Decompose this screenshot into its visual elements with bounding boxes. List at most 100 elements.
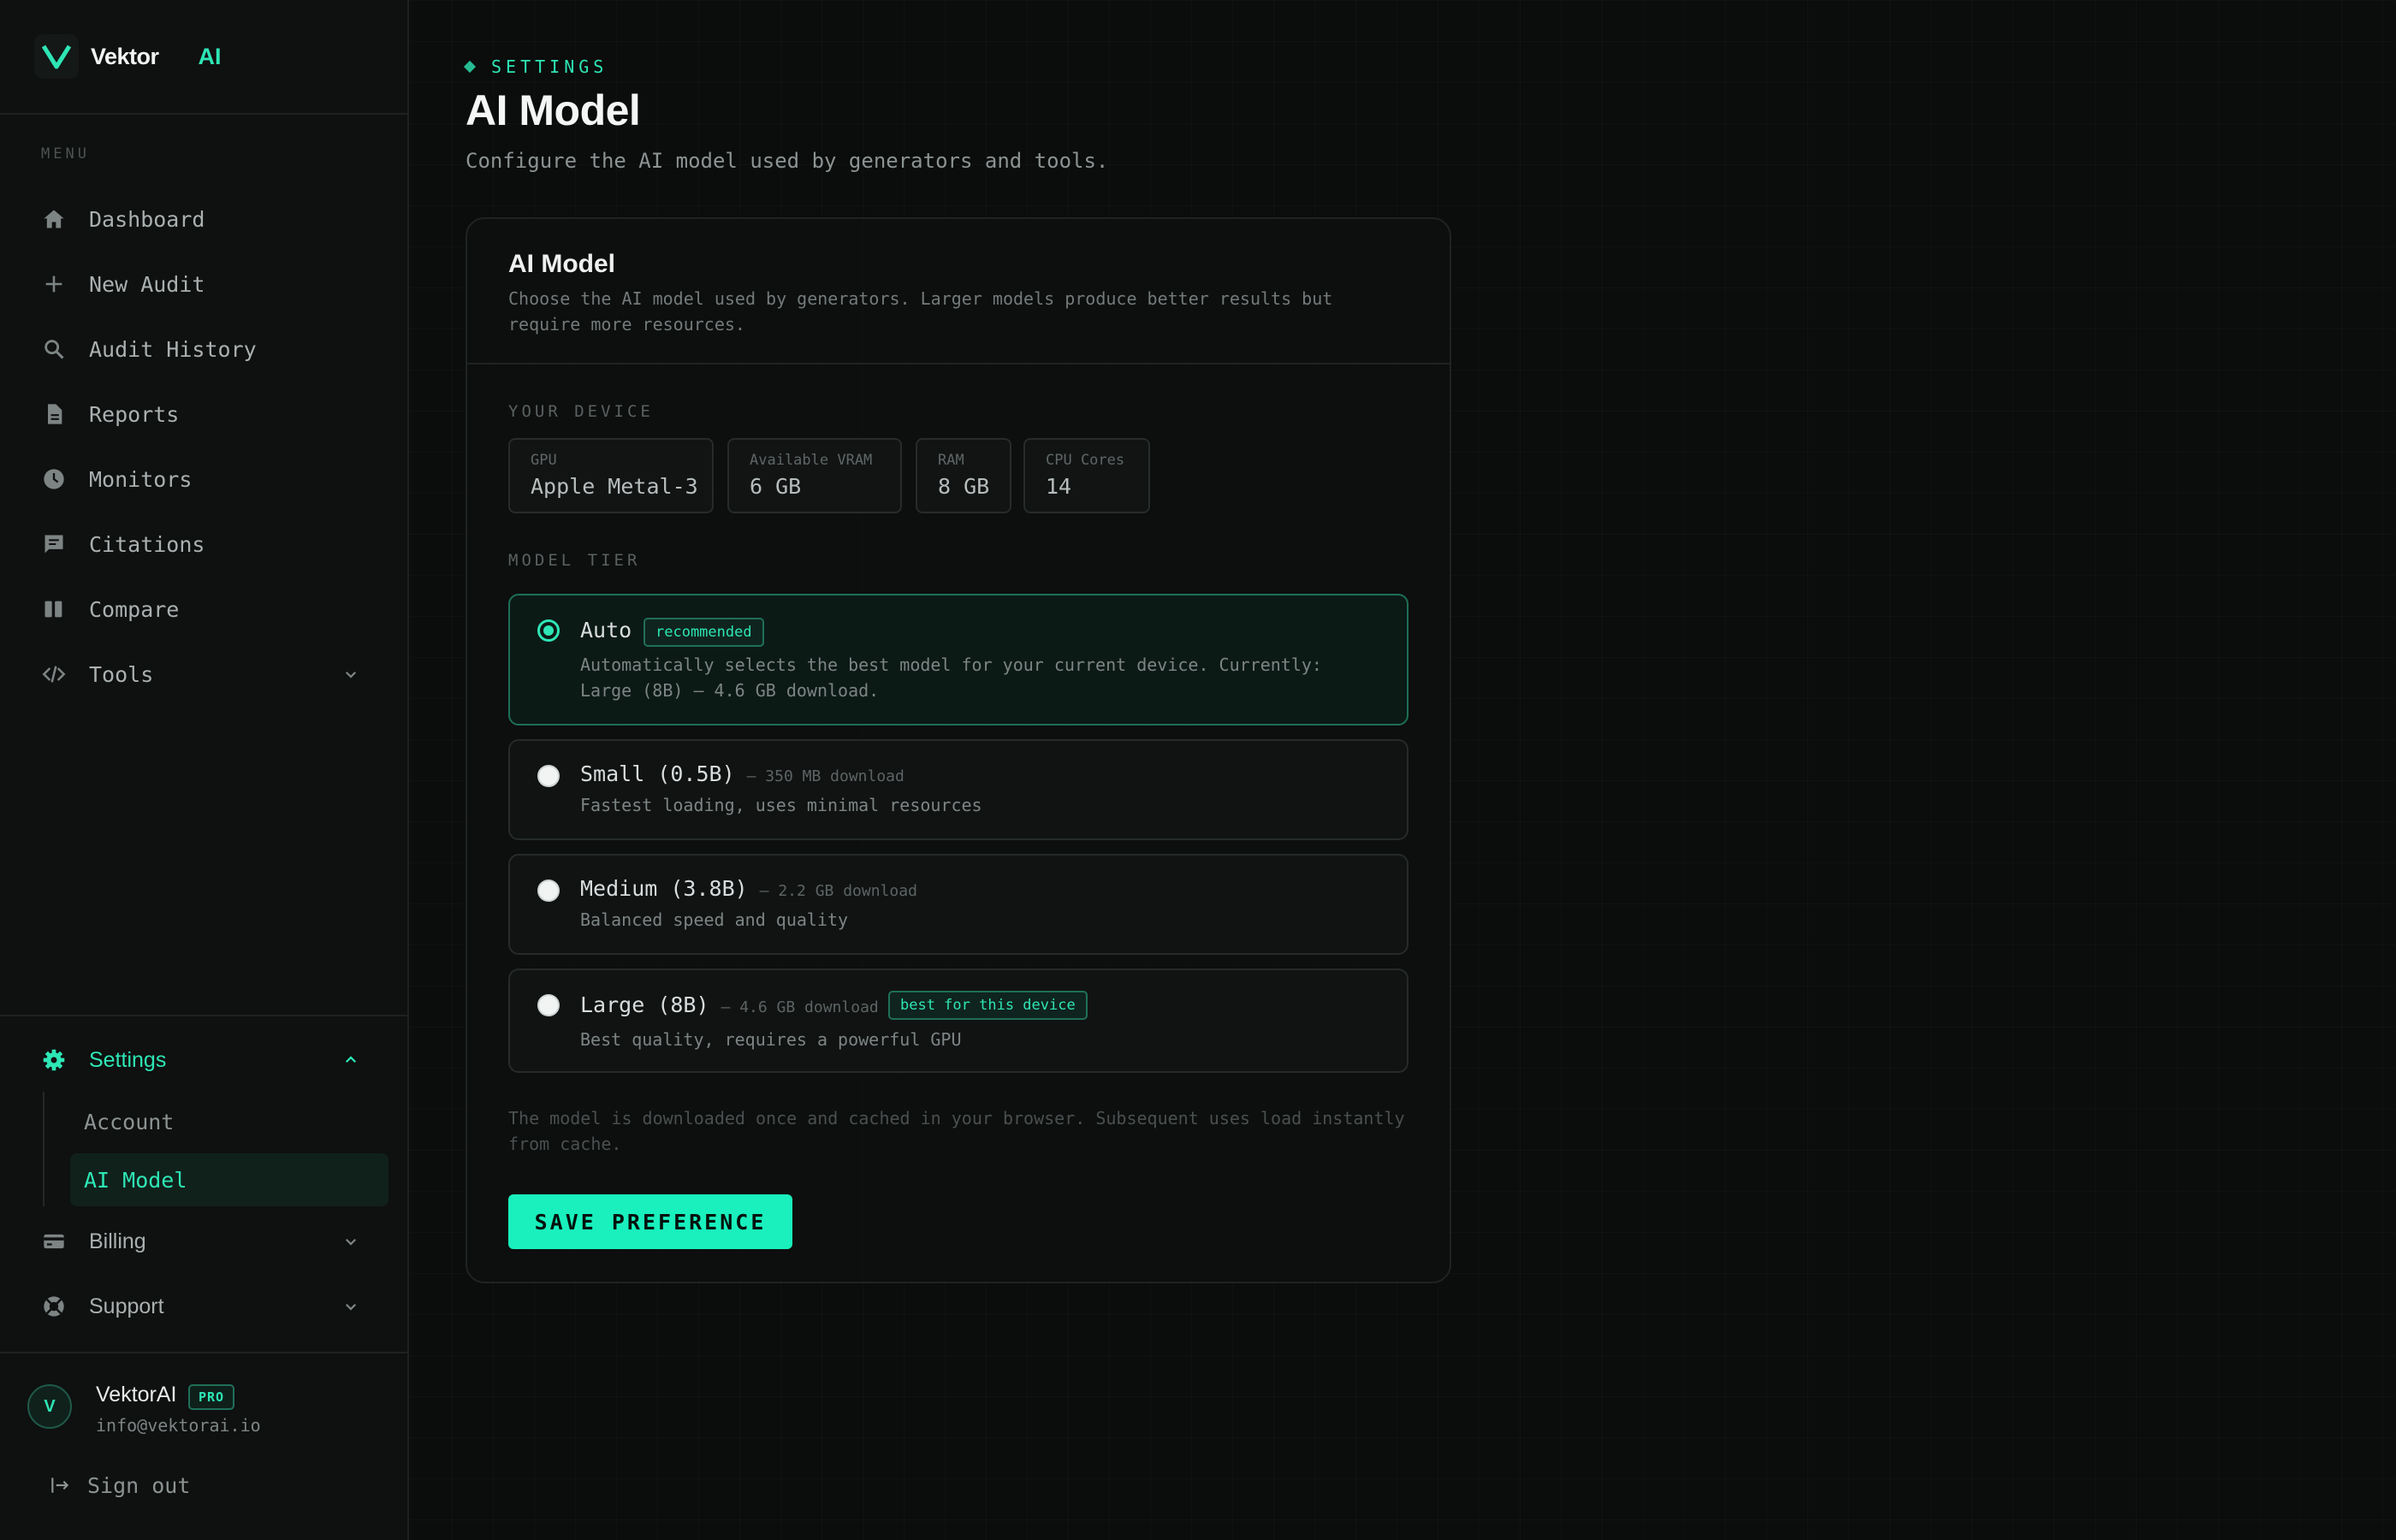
sidebar-item-settings[interactable]: Settings: [0, 1028, 407, 1092]
option-name: Auto: [580, 618, 632, 643]
model-option-small[interactable]: Small (0.5B) — 350 MB download Fastest lo…: [508, 739, 1409, 840]
model-option-auto[interactable]: Auto recommended Automatically selects t…: [508, 594, 1409, 726]
clock-icon: [41, 466, 67, 492]
divider: [0, 113, 407, 115]
document-icon: [41, 401, 67, 427]
device-value: Apple Metal-3: [531, 474, 698, 499]
card-title: AI Model: [508, 250, 615, 278]
option-description: Automatically selects the best model for…: [580, 654, 1322, 701]
best-for-device-badge: best for this device: [888, 991, 1088, 1020]
avatar: V: [27, 1384, 72, 1429]
save-preference-button[interactable]: SAVE PREFERENCE: [508, 1194, 792, 1249]
lifebuoy-icon: [41, 1294, 67, 1319]
option-description: Best quality, requires a powerful GPU: [580, 1029, 962, 1050]
option-size: — 2.2 GB download: [759, 882, 917, 900]
device-key: Available VRAM: [750, 452, 873, 469]
chevron-up-icon: [339, 1048, 363, 1072]
radio-medium[interactable]: [537, 880, 560, 902]
sidebar-item-audit-history[interactable]: Audit History: [0, 317, 407, 382]
sidebar-item-label: Billing: [89, 1229, 146, 1253]
sidebar-subitem-account[interactable]: Account: [70, 1095, 388, 1148]
sidebar-item-label: Citations: [89, 531, 205, 557]
radio-large[interactable]: [537, 994, 560, 1016]
sidebar-item-label: Support: [89, 1294, 164, 1318]
breadcrumb: SETTINGS: [463, 56, 608, 77]
sidebar-item-support[interactable]: Support: [0, 1275, 407, 1338]
ai-model-card: AI Model Choose the AI model used by gen…: [466, 217, 1451, 1283]
option-description: Balanced speed and quality: [580, 909, 849, 930]
option-size: — 4.6 GB download: [721, 998, 879, 1016]
divider: [467, 363, 1450, 364]
device-ram: RAM 8 GB: [916, 438, 1011, 513]
v-logo-icon: [34, 34, 79, 79]
divider: [0, 1015, 407, 1016]
sidebar-item-label: Tools: [89, 661, 154, 687]
columns-icon: [41, 596, 67, 622]
divider: [0, 1352, 407, 1353]
model-option-medium[interactable]: Medium (3.8B) — 2.2 GB download Balanced …: [508, 854, 1409, 955]
sidebar-item-label: Reports: [89, 401, 180, 427]
page-title: AI Model: [466, 86, 641, 134]
device-value: 8 GB: [938, 474, 990, 499]
gear-icon: [41, 1047, 67, 1073]
option-description: Fastest loading, uses minimal resources: [580, 795, 982, 815]
subnav-line: [43, 1092, 44, 1206]
device-cpu-cores: CPU Cores 14: [1023, 438, 1150, 513]
menu-label: MENU: [41, 145, 90, 163]
sign-out-label: Sign out: [87, 1472, 191, 1498]
device-key: CPU Cores: [1046, 452, 1125, 469]
tier-section-label: MODEL TIER: [508, 551, 641, 570]
main-nav: Dashboard New Audit Audit History Report…: [0, 187, 407, 707]
sign-out-icon: [48, 1473, 72, 1497]
brand-suffix: AI: [198, 43, 222, 69]
sidebar-item-label: Dashboard: [89, 206, 205, 232]
option-size: — 350 MB download: [746, 767, 904, 785]
sidebar: Vektor AI MENU Dashboard New Audit Audit…: [0, 0, 409, 1540]
sidebar-item-label: Settings: [89, 1047, 167, 1072]
sidebar-item-label: New Audit: [89, 271, 205, 297]
page-subtitle: Configure the AI model used by generator…: [466, 149, 1109, 173]
device-key: RAM: [938, 452, 964, 469]
plan-badge: PRO: [188, 1384, 235, 1410]
breadcrumb-label: SETTINGS: [491, 56, 608, 77]
diamond-icon: [463, 60, 477, 74]
sidebar-item-dashboard[interactable]: Dashboard: [0, 187, 407, 252]
sidebar-item-label: Audit History: [89, 336, 257, 362]
chevron-down-icon: [339, 662, 363, 686]
user-name: VektorAI: [96, 1383, 177, 1407]
device-section-label: YOUR DEVICE: [508, 402, 654, 421]
option-name: Large (8B) — 4.6 GB download: [580, 992, 879, 1017]
device-key: GPU: [531, 452, 557, 469]
sidebar-item-compare[interactable]: Compare: [0, 577, 407, 642]
sidebar-item-label: Compare: [89, 596, 180, 622]
sidebar-item-monitors[interactable]: Monitors: [0, 447, 407, 512]
device-value: 6 GB: [750, 474, 802, 499]
sign-out-button[interactable]: Sign out: [48, 1468, 190, 1502]
device-gpu: GPU Apple Metal-3: [508, 438, 714, 513]
user-profile[interactable]: V VektorAI PRO info@vektorai.io: [27, 1379, 387, 1439]
search-icon: [41, 336, 67, 362]
option-name: Small (0.5B) — 350 MB download: [580, 761, 904, 786]
user-email: info@vektorai.io: [96, 1415, 261, 1436]
model-option-large[interactable]: Large (8B) — 4.6 GB download best for thi…: [508, 968, 1409, 1073]
sidebar-subitem-ai-model[interactable]: AI Model: [70, 1153, 388, 1206]
chevron-down-icon: [339, 1294, 363, 1318]
recommended-badge: recommended: [643, 618, 764, 647]
option-name: Medium (3.8B) — 2.2 GB download: [580, 876, 917, 901]
device-value: 14: [1046, 474, 1072, 499]
device-vram: Available VRAM 6 GB: [727, 438, 902, 513]
code-icon: [41, 661, 67, 687]
home-icon: [41, 206, 67, 232]
sidebar-item-new-audit[interactable]: New Audit: [0, 252, 407, 317]
sidebar-item-billing[interactable]: Billing: [0, 1210, 407, 1273]
sidebar-item-tools[interactable]: Tools: [0, 642, 407, 707]
card-description: Choose the AI model used by generators. …: [508, 288, 1333, 335]
sidebar-item-citations[interactable]: Citations: [0, 512, 407, 577]
credit-card-icon: [41, 1229, 67, 1254]
sidebar-item-reports[interactable]: Reports: [0, 382, 407, 447]
brand[interactable]: Vektor AI: [34, 34, 222, 79]
cache-note: The model is downloaded once and cached …: [508, 1108, 1405, 1154]
radio-auto[interactable]: [537, 619, 560, 642]
radio-small[interactable]: [537, 765, 560, 787]
chevron-down-icon: [339, 1229, 363, 1253]
